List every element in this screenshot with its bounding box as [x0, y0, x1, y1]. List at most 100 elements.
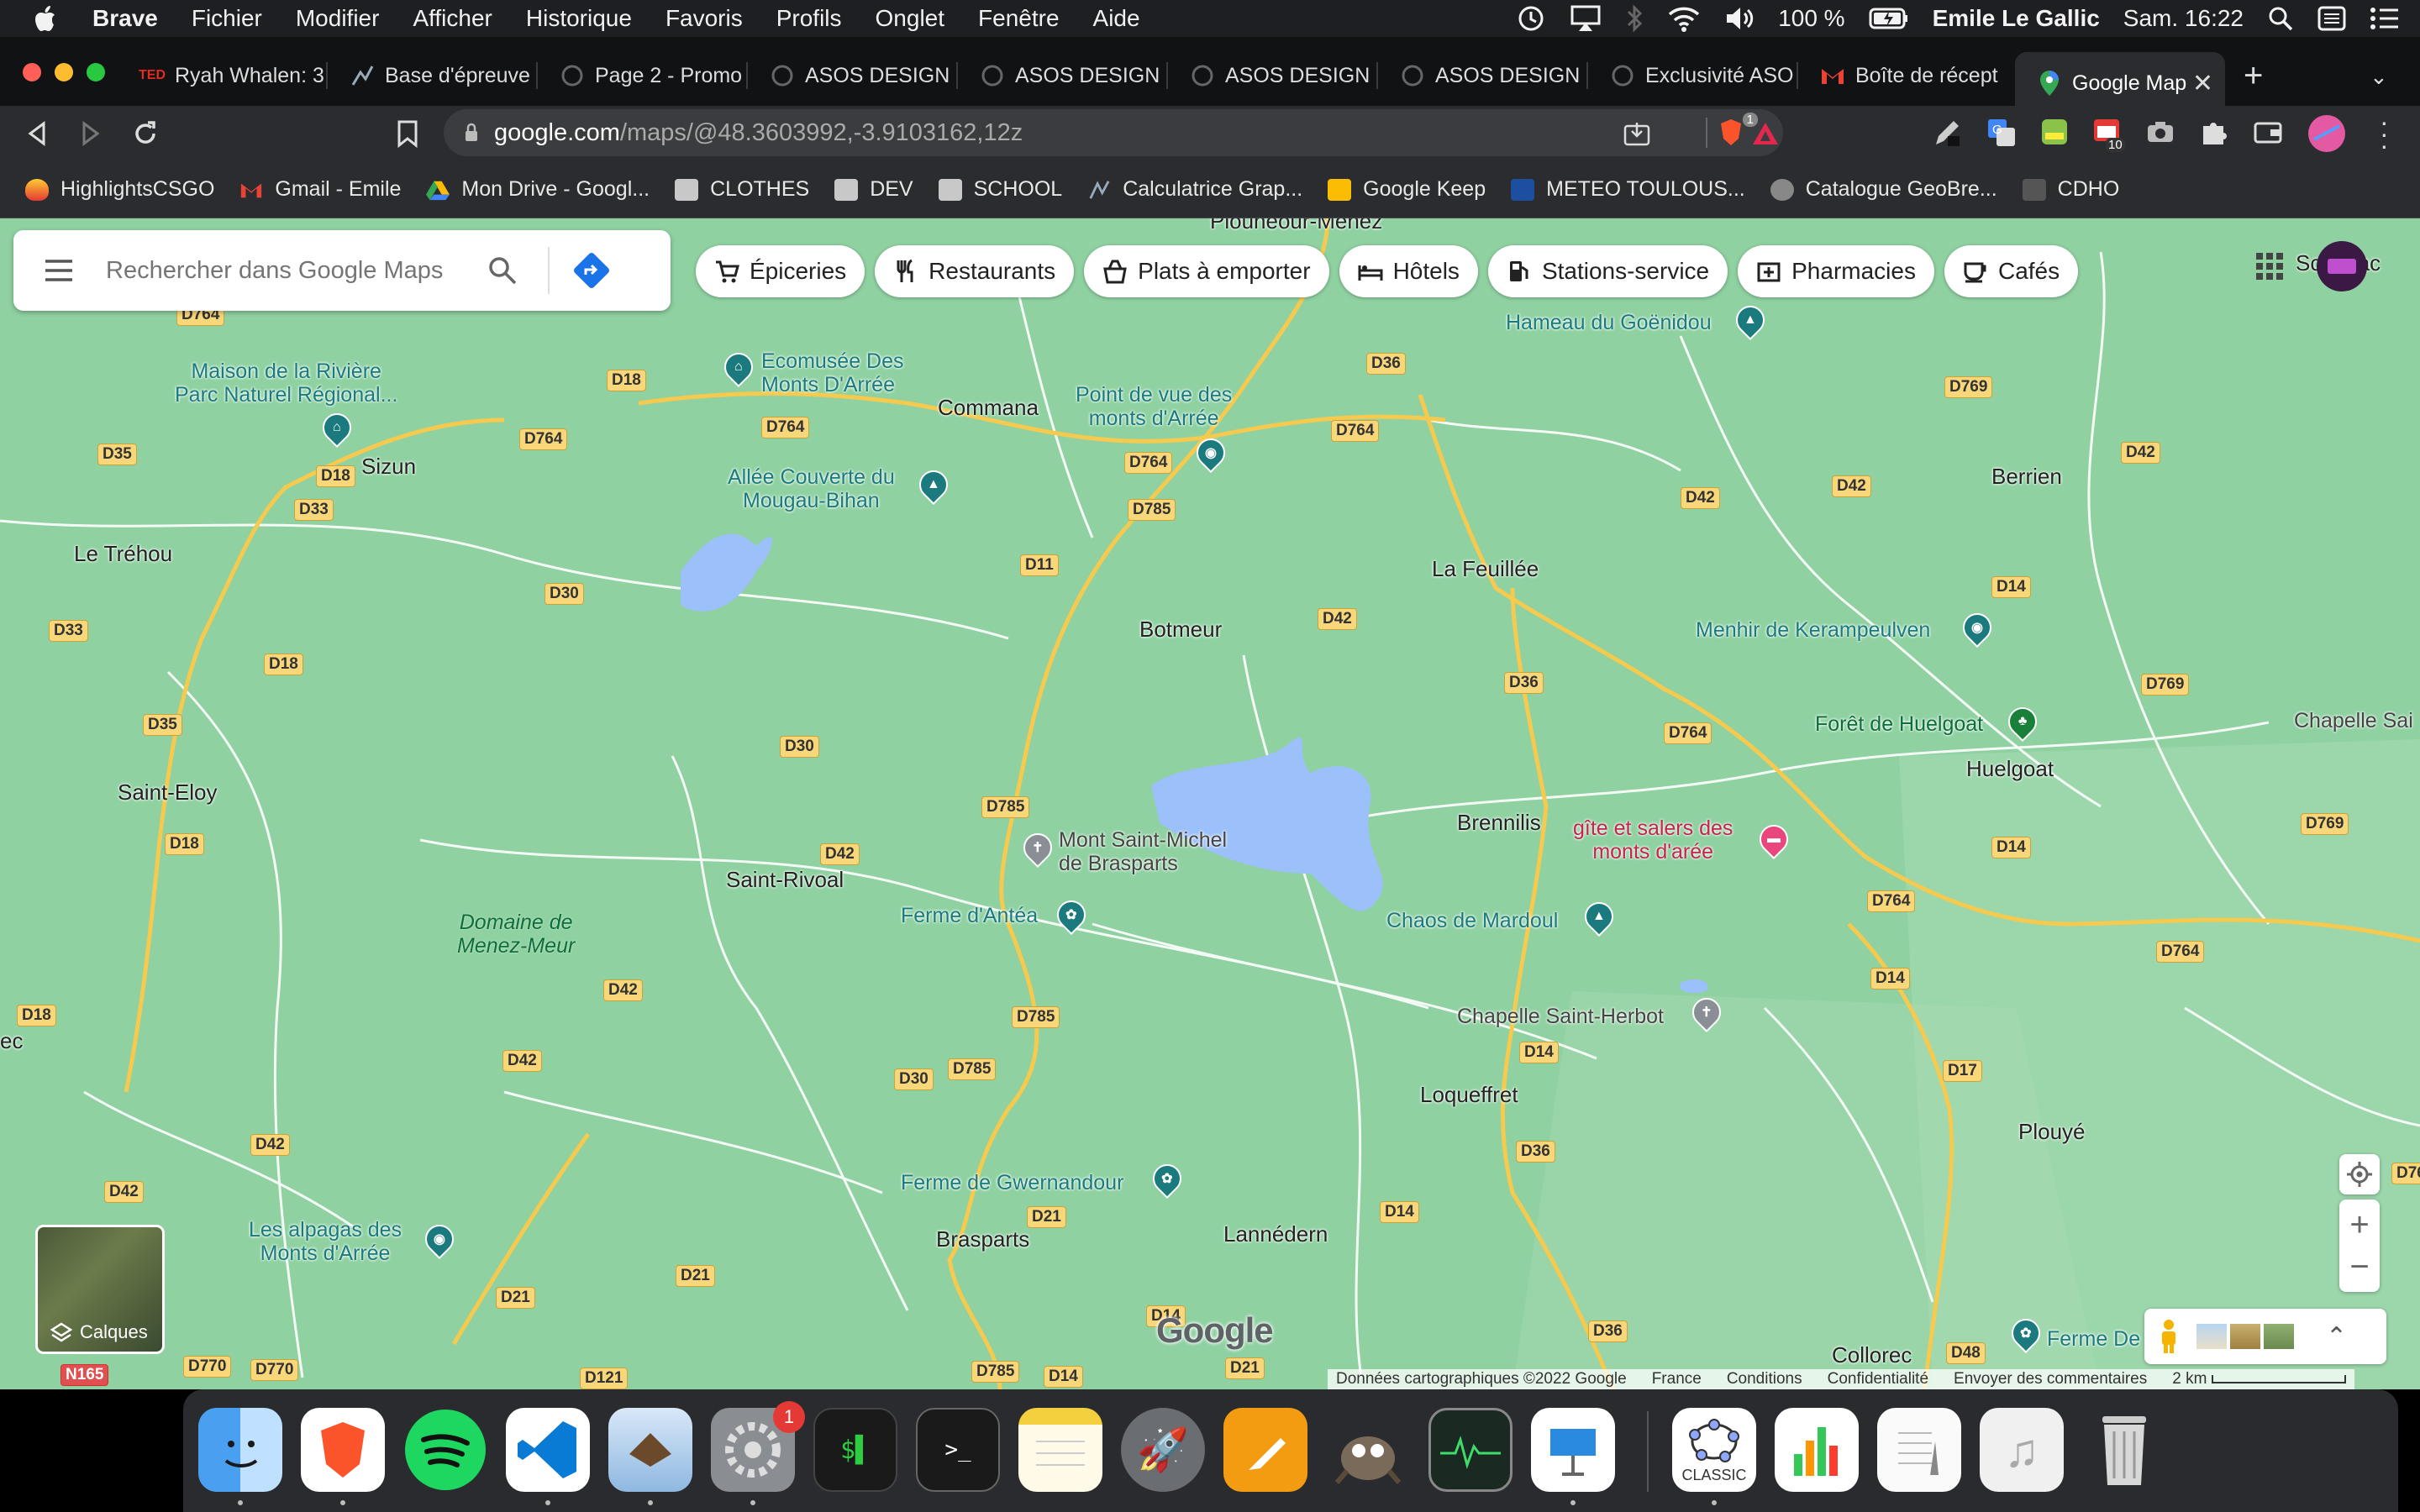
place-saint-eloy[interactable]: Saint-Eloy	[118, 780, 218, 806]
place-partial-ec[interactable]: ec	[0, 1028, 23, 1054]
tab-asos-3[interactable]: ASOS DESIGN	[1168, 52, 1378, 99]
poi-point-de-vue-label[interactable]: Point de vue des monts d'Arrée	[1076, 383, 1232, 430]
place-saint-rivoal[interactable]: Saint-Rivoal	[726, 867, 844, 893]
menu-fichier[interactable]: Fichier	[192, 5, 262, 32]
brave-icon[interactable]	[301, 1408, 385, 1492]
bookmark-cdho[interactable]: CDHO	[2022, 177, 2119, 202]
install-app-icon[interactable]	[1623, 121, 1650, 146]
control-center-icon[interactable]	[2317, 6, 2346, 31]
menu-afficher[interactable]: Afficher	[413, 5, 492, 32]
chip-pharmacies[interactable]: Pharmacies	[1738, 245, 1934, 297]
place-collorec[interactable]: Collorec	[1832, 1342, 1912, 1368]
place-la-feuillee[interactable]: La Feuillée	[1432, 556, 1539, 582]
wifi-icon[interactable]	[1667, 5, 1701, 32]
wallet-icon[interactable]	[2254, 119, 2282, 144]
volume-icon[interactable]	[1724, 5, 1754, 32]
tab-base-epreuve[interactable]: Base d'épreuve	[328, 52, 538, 99]
notification-center-icon[interactable]	[2370, 6, 2400, 31]
search-input[interactable]	[106, 256, 467, 285]
finder-icon[interactable]	[198, 1408, 282, 1492]
tab-ted[interactable]: TED Ryah Whalen: 3	[118, 52, 328, 99]
poi-menhir-label[interactable]: Menhir de Kerampeulven	[1696, 618, 1930, 642]
pages-icon[interactable]	[1223, 1408, 1307, 1492]
apple-icon[interactable]	[34, 4, 59, 33]
mail-icon[interactable]	[608, 1408, 692, 1492]
extension-green-icon[interactable]	[2040, 118, 2069, 146]
tab-google-maps[interactable]: Google Map ✕	[2015, 52, 2225, 114]
bookmark-highlights-csgo[interactable]: HighlightsCSGO	[25, 177, 214, 202]
poi-mont-saint-michel-label[interactable]: Mont Saint-Michel de Brasparts	[1059, 828, 1227, 875]
user-name[interactable]: Emile Le Gallic	[1933, 5, 2100, 32]
footer-feedback[interactable]: Envoyer des commentaires	[1954, 1370, 2147, 1389]
extensions-puzzle-icon[interactable]	[2200, 118, 2228, 146]
menu-aide[interactable]: Aide	[1093, 5, 1140, 32]
back-icon[interactable]	[25, 121, 50, 146]
chip-restaurants[interactable]: Restaurants	[875, 245, 1075, 297]
textedit-icon[interactable]	[1877, 1408, 1961, 1492]
forward-icon[interactable]	[77, 121, 103, 146]
gimp-icon[interactable]	[1326, 1408, 1410, 1492]
bookmark-icon[interactable]	[397, 119, 418, 148]
bluetooth-icon[interactable]	[1625, 3, 1644, 34]
place-plouneour-menez[interactable]: Plouneour-Ménez	[1210, 218, 1382, 234]
hamburger-menu-icon[interactable]	[44, 259, 74, 282]
profile-avatar[interactable]	[2307, 114, 2346, 153]
google-map-canvas[interactable]: Plouneour-Ménez Commana Sizun Le Tréhou …	[0, 218, 2420, 1389]
poi-chaos-mardoul-label[interactable]: Chaos de Mardoul	[1386, 909, 1558, 932]
close-tab-icon[interactable]: ✕	[2192, 69, 2213, 98]
menu-profils[interactable]: Profils	[776, 5, 842, 32]
place-chapelle-partial[interactable]: Chapelle Sai	[2294, 709, 2413, 732]
place-loqueffret[interactable]: Loqueffret	[1420, 1082, 1518, 1108]
tab-asos-1[interactable]: ASOS DESIGN	[748, 52, 958, 99]
footer-country[interactable]: France	[1652, 1370, 1702, 1389]
poi-ferme-antea-label[interactable]: Ferme d'Antéa	[901, 904, 1038, 927]
menu-onglet[interactable]: Onglet	[876, 5, 945, 32]
tab-gmail[interactable]: Boîte de récept	[1798, 52, 2008, 99]
poi-ecomusee-label[interactable]: Ecomusée Des Monts D'Arrée	[761, 349, 904, 396]
place-berrien[interactable]: Berrien	[1991, 464, 2062, 490]
bookmark-geobretagne[interactable]: Catalogue GeoBre...	[1770, 177, 1997, 202]
numbers-icon[interactable]	[1775, 1408, 1859, 1492]
bookmark-meteo[interactable]: METEO TOULOUS...	[1511, 177, 1745, 202]
spotify-icon[interactable]	[403, 1408, 487, 1492]
scale-bar[interactable]: 2 km	[2172, 1370, 2347, 1389]
place-commana[interactable]: Commana	[938, 395, 1039, 421]
place-lannedern[interactable]: Lannédern	[1223, 1221, 1328, 1247]
imagery-thumbnail-3[interactable]	[2264, 1324, 2294, 1349]
terminal-icon[interactable]: >_	[916, 1408, 1000, 1492]
pen-extension-icon[interactable]	[1933, 118, 1961, 148]
brave-shield-icon[interactable]	[1718, 118, 1744, 148]
brave-rewards-icon[interactable]	[1751, 121, 1780, 146]
tab-asos-2[interactable]: ASOS DESIGN	[958, 52, 1168, 99]
trash-icon[interactable]	[2082, 1408, 2166, 1492]
google-apps-icon[interactable]	[2255, 252, 2284, 281]
airplay-icon[interactable]	[1570, 4, 1602, 33]
poi-chapelle-saint-herbot-label[interactable]: Chapelle Saint-Herbot	[1457, 1005, 1664, 1028]
tab-list-chevron-icon[interactable]: ⌄	[2370, 64, 2388, 90]
bookmark-google-drive[interactable]: Mon Drive - Googl...	[426, 177, 650, 202]
google-translate-icon[interactable]: G	[1986, 118, 2017, 148]
new-tab-icon[interactable]: +	[2244, 59, 2263, 92]
place-le-trehou[interactable]: Le Tréhou	[74, 541, 172, 567]
zoom-out-icon[interactable]: −	[2349, 1246, 2369, 1288]
chip-cafes[interactable]: Cafés	[1944, 245, 2079, 297]
menu-favoris[interactable]: Favoris	[666, 5, 743, 32]
menu-modifier[interactable]: Modifier	[296, 5, 380, 32]
bookmark-google-keep[interactable]: Google Keep	[1328, 177, 1486, 202]
search-icon[interactable]	[487, 255, 518, 286]
chip-epiceries[interactable]: Épiceries	[696, 245, 865, 297]
place-huelgoat[interactable]: Huelgoat	[1966, 756, 2054, 782]
address-bar[interactable]: google.com/maps/@48.3603992,-3.9103162,1…	[444, 109, 1783, 156]
poi-allee-couverte-label[interactable]: Allée Couverte du Mougau-Bihan	[728, 465, 895, 512]
place-botmeur[interactable]: Botmeur	[1139, 617, 1222, 643]
poi-maison-riviere-label[interactable]: Maison de la Rivière Parc Naturel Région…	[175, 360, 397, 407]
poi-foret-huelgoat-label[interactable]: Forêt de Huelgoat	[1815, 712, 1983, 736]
clock[interactable]: Sam. 16:22	[2123, 5, 2244, 32]
spotlight-search-icon[interactable]	[2267, 5, 2294, 32]
vscode-icon[interactable]	[506, 1408, 590, 1492]
battery-charging-icon[interactable]	[1869, 8, 1909, 29]
activity-monitor-icon[interactable]	[1428, 1408, 1512, 1492]
reload-icon[interactable]	[131, 119, 160, 148]
chip-hotels[interactable]: Hôtels	[1339, 245, 1478, 297]
keynote-icon[interactable]	[1531, 1408, 1615, 1492]
